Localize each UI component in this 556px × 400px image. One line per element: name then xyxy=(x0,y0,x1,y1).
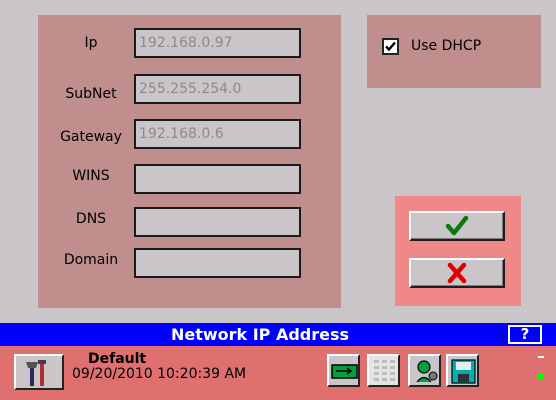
network-icon xyxy=(331,364,358,379)
subnet-field[interactable]: 255.255.254.0 xyxy=(134,74,301,104)
ip-field[interactable]: 192.168.0.97 xyxy=(134,28,301,58)
wins-field[interactable] xyxy=(134,164,301,194)
dns-label: DNS xyxy=(75,211,107,227)
keypad-button[interactable] xyxy=(367,354,400,387)
status-led xyxy=(538,373,544,379)
title-bar: Network IP Address ? xyxy=(0,323,556,346)
save-icon xyxy=(451,359,476,384)
cancel-button[interactable] xyxy=(409,258,505,288)
ip-label: Ip xyxy=(84,35,98,51)
user-settings-icon xyxy=(416,360,438,383)
ok-button[interactable] xyxy=(409,211,505,241)
dhcp-panel: Use DHCP xyxy=(367,15,541,88)
page-title: Network IP Address xyxy=(170,325,350,344)
check-icon xyxy=(385,41,396,52)
help-button[interactable]: ? xyxy=(508,325,542,344)
tools-button[interactable] xyxy=(14,354,64,390)
domain-field[interactable] xyxy=(134,248,301,278)
ip-settings-panel: Ip 192.168.0.97 SubNet 255.255.254.0 Gat… xyxy=(38,15,341,308)
gateway-label: Gateway xyxy=(60,129,122,145)
status-bar: Default 09/20/2010 10:20:39 AM xyxy=(0,346,556,400)
keypad-icon xyxy=(374,360,395,381)
user-settings-button[interactable] xyxy=(408,354,441,387)
action-panel xyxy=(395,196,521,306)
use-dhcp-label[interactable]: Use DHCP xyxy=(411,38,481,54)
gateway-field[interactable]: 192.168.0.6 xyxy=(134,119,301,149)
datetime-display: 09/20/2010 10:20:39 AM xyxy=(72,366,247,382)
wins-label: WINS xyxy=(72,168,110,184)
x-icon xyxy=(447,262,467,284)
network-button[interactable] xyxy=(327,354,360,387)
use-dhcp-checkbox[interactable] xyxy=(382,38,399,55)
domain-label: Domain xyxy=(63,252,119,268)
subnet-label: SubNet xyxy=(65,86,117,102)
tools-icon xyxy=(26,360,46,386)
checkmark-icon xyxy=(445,215,469,236)
dns-field[interactable] xyxy=(134,207,301,237)
save-button[interactable] xyxy=(446,354,479,387)
profile-name: Default xyxy=(88,351,147,367)
indicator-bar xyxy=(538,356,544,358)
